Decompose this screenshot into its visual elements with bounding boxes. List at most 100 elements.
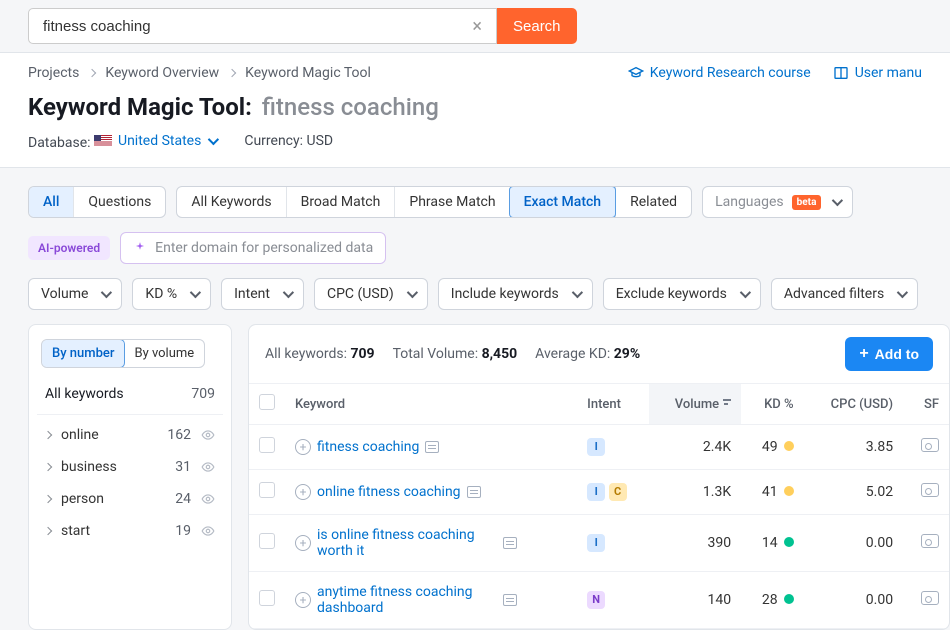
tab-all-keywords[interactable]: All Keywords [177,187,285,217]
row-checkbox[interactable] [259,437,275,453]
keyword-link[interactable]: fitness coaching [317,439,419,455]
top-search-bar: × Search [0,0,950,53]
tab-exact-match[interactable]: Exact Match [509,186,617,218]
tab-broad-match[interactable]: Broad Match [286,187,395,217]
row-checkbox[interactable] [259,482,275,498]
filter-zone: All Questions All Keywords Broad Match P… [0,168,950,320]
search-button[interactable]: Search [497,8,577,44]
sidebar-group-business[interactable]: business31 [37,451,223,483]
expand-icon[interactable]: + [295,535,311,551]
filter-include-keywords[interactable]: Include keywords [438,278,593,310]
label: Database: [28,135,91,151]
chevron-right-icon [88,69,96,77]
sf-cell[interactable] [903,470,949,515]
sidebar-all-keywords[interactable]: All keywords 709 [37,378,223,415]
sidebar-group-person[interactable]: person24 [37,483,223,515]
serp-icon[interactable] [467,486,481,498]
search-input[interactable] [37,18,466,35]
keyword-link[interactable]: is online fitness coaching worth it [317,527,497,559]
eye-icon[interactable] [201,460,215,474]
expand-icon[interactable]: + [295,439,311,455]
label: All keywords: [265,346,347,362]
chevron-down-icon [101,287,112,298]
sidebar-group-online[interactable]: online162 [37,419,223,451]
table-row: + is online fitness coaching worth it I 390… [249,515,949,572]
tab-related[interactable]: Related [615,187,691,217]
breadcrumb-item[interactable]: Keyword Magic Tool [245,65,371,81]
sort-by-number[interactable]: By number [41,339,125,368]
serp-features-icon [921,483,939,497]
eye-icon[interactable] [201,428,215,442]
filter-cpc-usd-[interactable]: CPC (USD) [314,278,428,310]
page-title: Keyword Magic Tool: fitness coaching [28,93,922,121]
label: Intent [234,286,270,302]
clear-search-icon[interactable]: × [466,16,488,37]
filter-advanced-filters[interactable]: Advanced filters [771,278,918,310]
filter-dropdowns-row: Volume KD % Intent CPC (USD) Include keyword… [28,278,922,310]
volume-cell: 1.3K [649,470,741,515]
filter-exclude-keywords[interactable]: Exclude keywords [603,278,761,310]
tab-phrase-match[interactable]: Phrase Match [394,187,509,217]
tab-questions[interactable]: Questions [73,187,165,217]
domain-input[interactable]: Enter domain for personalized data [120,232,386,264]
keyword-link[interactable]: anytime fitness coaching dashboard [317,584,497,616]
chevron-down-icon [897,287,908,298]
title-tool: Keyword Magic Tool: [28,93,252,121]
serp-icon[interactable] [503,594,517,606]
search-input-wrapper: × [28,8,497,44]
serp-icon[interactable] [425,441,439,453]
breadcrumb-item[interactable]: Keyword Overview [105,65,219,81]
currency-display: Currency: USD [244,133,333,151]
sort-desc-icon [723,398,731,408]
expand-icon[interactable]: + [295,592,311,608]
database-selector[interactable]: Database: United States [28,133,216,151]
add-to-list-button[interactable]: +Add to [845,337,933,371]
tab-all[interactable]: All [29,187,73,217]
average-kd: 29% [614,346,640,362]
select-all-checkbox[interactable] [259,394,275,410]
col-kd[interactable]: KD % [741,384,803,425]
sidebar-sort-toggle: By number By volume [41,339,205,368]
kd-difficulty-dot [784,486,794,496]
keyword-course-link[interactable]: Keyword Research course [628,65,811,81]
user-manual-link[interactable]: User manu [833,65,922,81]
sort-by-volume[interactable]: By volume [124,340,204,367]
languages-dropdown[interactable]: Languages beta [702,186,853,218]
intent-badge-c: C [609,483,627,501]
chevron-down-icon [740,287,751,298]
breadcrumb-item[interactable]: Projects [28,65,79,81]
filter-intent[interactable]: Intent [221,278,304,310]
serp-icon[interactable] [503,537,517,549]
eye-icon[interactable] [201,524,215,538]
col-sf[interactable]: SF [903,384,949,425]
col-volume[interactable]: Volume [649,384,741,425]
sidebar-group-start[interactable]: start19 [37,515,223,547]
cpc-cell: 0.00 [804,515,904,572]
expand-icon[interactable]: + [295,484,311,500]
chevron-down-icon [571,287,582,298]
beta-badge: beta [792,195,822,210]
row-checkbox[interactable] [259,590,275,606]
col-intent[interactable]: Intent [577,384,649,425]
col-cpc[interactable]: CPC (USD) [804,384,904,425]
label: Volume [41,286,88,302]
results-panel: All keywords: 709 Total Volume: 8,450 Av… [248,324,950,630]
sf-cell[interactable] [903,572,949,629]
stats-bar: All keywords: 709 Total Volume: 8,450 Av… [249,325,949,383]
volume-cell: 140 [649,572,741,629]
filter-volume[interactable]: Volume [28,278,122,310]
sf-cell[interactable] [903,425,949,470]
eye-icon[interactable] [201,492,215,506]
filter-kd-[interactable]: KD % [132,278,211,310]
row-checkbox[interactable] [259,533,275,549]
intent-badge-i: I [587,534,605,552]
intent-cell: I [577,425,649,470]
col-keyword[interactable]: Keyword [285,384,577,425]
sf-cell[interactable] [903,515,949,572]
volume-cell: 390 [649,515,741,572]
label: Volume [675,397,719,412]
kd-difficulty-dot [784,441,794,451]
keyword-link[interactable]: online fitness coaching [317,484,461,500]
label: All keywords [45,386,124,402]
chevron-down-icon [190,287,201,298]
